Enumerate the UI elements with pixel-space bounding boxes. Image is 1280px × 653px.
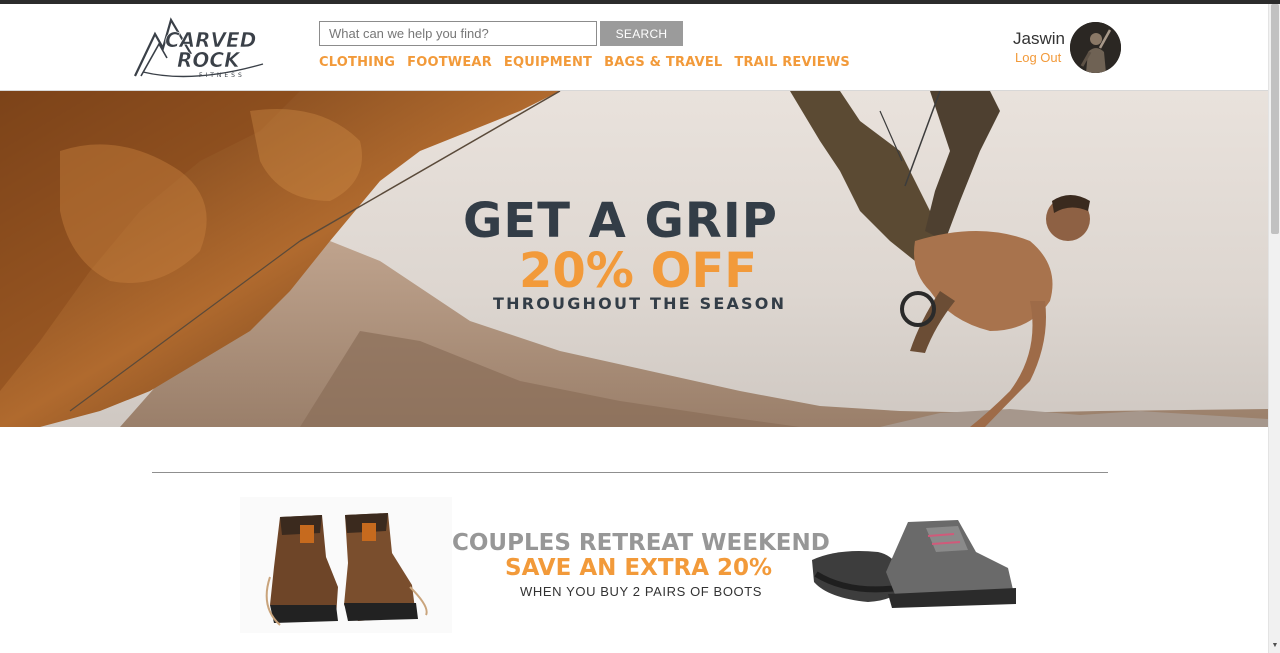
hero-banner[interactable]: GET A GRIP 20% OFF THROUGHOUT THE SEASON [0, 91, 1268, 427]
nav-item-trail-reviews[interactable]: TRAIL REVIEWS [734, 55, 850, 70]
search-button[interactable]: SEARCH [600, 21, 683, 46]
nav-item-equipment[interactable]: EQUIPMENT [504, 55, 592, 70]
mountain-logo-icon: CARVED ROCK FITNESS [134, 17, 264, 79]
site-header: CARVED ROCK FITNESS SEARCH CLOTHING FOOT… [0, 4, 1268, 91]
promo-boots-image-right[interactable] [808, 512, 1028, 612]
scroll-down-arrow-icon[interactable]: ▼ [1270, 642, 1280, 650]
hero-title: GET A GRIP [463, 193, 778, 249]
hero-subtitle: THROUGHOUT THE SEASON [493, 294, 787, 313]
avatar[interactable] [1070, 22, 1121, 73]
nav-item-clothing[interactable]: CLOTHING [319, 55, 395, 70]
nav-item-bags-travel[interactable]: BAGS & TRAVEL [604, 55, 722, 70]
brand-logo[interactable]: CARVED ROCK FITNESS [133, 14, 268, 80]
hiking-boots-icon [265, 513, 428, 626]
user-name: Jaswin [1013, 29, 1065, 48]
promo-boots-image-left[interactable] [240, 497, 452, 633]
page-scrollbar[interactable]: ▼ [1268, 4, 1280, 653]
promo-title: COUPLES RETREAT WEEKEND [452, 530, 830, 556]
trail-shoes-icon [812, 520, 1016, 608]
section-divider [152, 472, 1108, 473]
promo-offer: SAVE AN EXTRA 20% [505, 555, 773, 581]
promo-subtitle: WHEN YOU BUY 2 PAIRS OF BOOTS [520, 584, 763, 599]
search-input[interactable] [319, 21, 597, 46]
logout-link[interactable]: Log Out [1015, 50, 1061, 65]
brand-name-line2: ROCK [177, 48, 241, 72]
hero-offer: 20% OFF [519, 243, 757, 299]
main-nav: CLOTHING FOOTWEAR EQUIPMENT BAGS & TRAVE… [319, 55, 850, 70]
nav-item-footwear[interactable]: FOOTWEAR [407, 55, 492, 70]
scrollbar-thumb[interactable] [1271, 4, 1279, 234]
climber-avatar-icon [1070, 22, 1121, 73]
